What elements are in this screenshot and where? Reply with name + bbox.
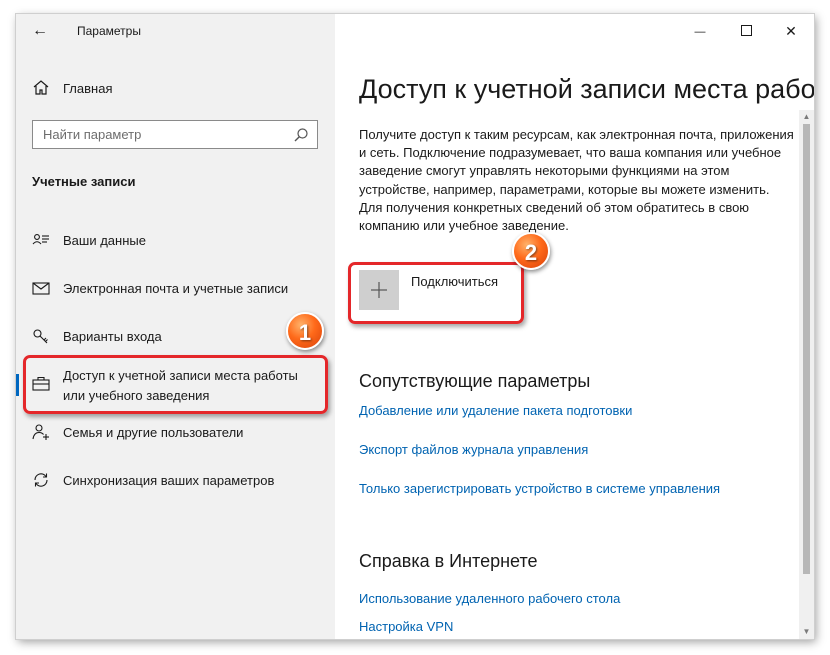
scroll-down-icon[interactable]: ▼ (799, 625, 814, 639)
home-icon (33, 80, 49, 95)
user-list-icon (32, 234, 49, 245)
link-enroll-device[interactable]: Только зарегистрировать устройство в сис… (359, 481, 720, 496)
sidebar-item-email[interactable]: Электронная почта и учетные записи (32, 278, 322, 300)
mail-icon (32, 282, 50, 295)
back-arrow-icon: ← (32, 22, 48, 39)
page-description: Получите доступ к таким ресурсам, как эл… (359, 127, 794, 234)
scroll-thumb[interactable] (803, 124, 810, 574)
sidebar-item-label: Семья и другие пользователи (63, 425, 244, 440)
annotation-box-2 (348, 262, 524, 324)
maximize-icon (740, 24, 752, 36)
related-settings-title: Сопутствующие параметры (359, 371, 591, 391)
sidebar-item-your-info[interactable]: Ваши данные (32, 230, 322, 252)
sidebar-section-title: Учетные записи (32, 174, 136, 189)
scroll-up-icon[interactable]: ▲ (799, 110, 814, 124)
minimize-button[interactable]: — (677, 14, 723, 48)
sidebar-item-label: Варианты входа (63, 329, 162, 344)
key-icon (33, 329, 48, 344)
search-box[interactable]: Найти параметр (32, 120, 318, 149)
sync-icon (34, 473, 48, 487)
sidebar-item-family[interactable]: Семья и другие пользователи (32, 422, 322, 444)
annotation-box-1 (23, 355, 328, 414)
sidebar-item-home[interactable]: Главная (32, 78, 312, 98)
search-input[interactable]: Найти параметр (43, 127, 283, 142)
sidebar-item-label: Ваши данные (63, 233, 146, 248)
sidebar-item-label: Синхронизация ваших параметров (63, 473, 275, 488)
sidebar-item-home-label: Главная (63, 81, 113, 96)
annotation-badge-1: 1 (286, 312, 324, 350)
settings-window: Главная Найти параметр Учетные записи Ва… (16, 14, 814, 639)
sidebar-item-sync[interactable]: Синхронизация ваших параметров (32, 470, 322, 492)
sidebar-item-label: Электронная почта и учетные записи (63, 281, 289, 296)
close-button[interactable]: ✕ (768, 14, 814, 48)
close-icon: ✕ (785, 23, 797, 39)
sidebar-item-sign-in[interactable]: Варианты входа (32, 326, 322, 348)
page-title: Доступ к учетной записи места рабо (359, 74, 814, 104)
maximize-button[interactable] (723, 14, 769, 48)
web-help-title: Справка в Интернете (359, 551, 538, 571)
link-vpn-setup[interactable]: Настройка VPN (359, 619, 453, 634)
search-icon[interactable] (293, 127, 309, 143)
title-bar: ← Параметры — ✕ (16, 14, 814, 48)
minimize-icon: — (694, 26, 706, 38)
link-provisioning-package[interactable]: Добавление или удаление пакета подготовк… (359, 403, 632, 418)
add-person-icon (32, 424, 49, 440)
window-title: Параметры (77, 24, 141, 38)
scrollbar[interactable]: ▲ ▼ (799, 110, 814, 639)
back-button[interactable]: ← (29, 21, 51, 41)
link-export-logs[interactable]: Экспорт файлов журнала управления (359, 442, 588, 457)
annotation-badge-2: 2 (512, 232, 550, 270)
active-item-indicator (16, 374, 19, 396)
link-remote-desktop[interactable]: Использование удаленного рабочего стола (359, 591, 620, 606)
